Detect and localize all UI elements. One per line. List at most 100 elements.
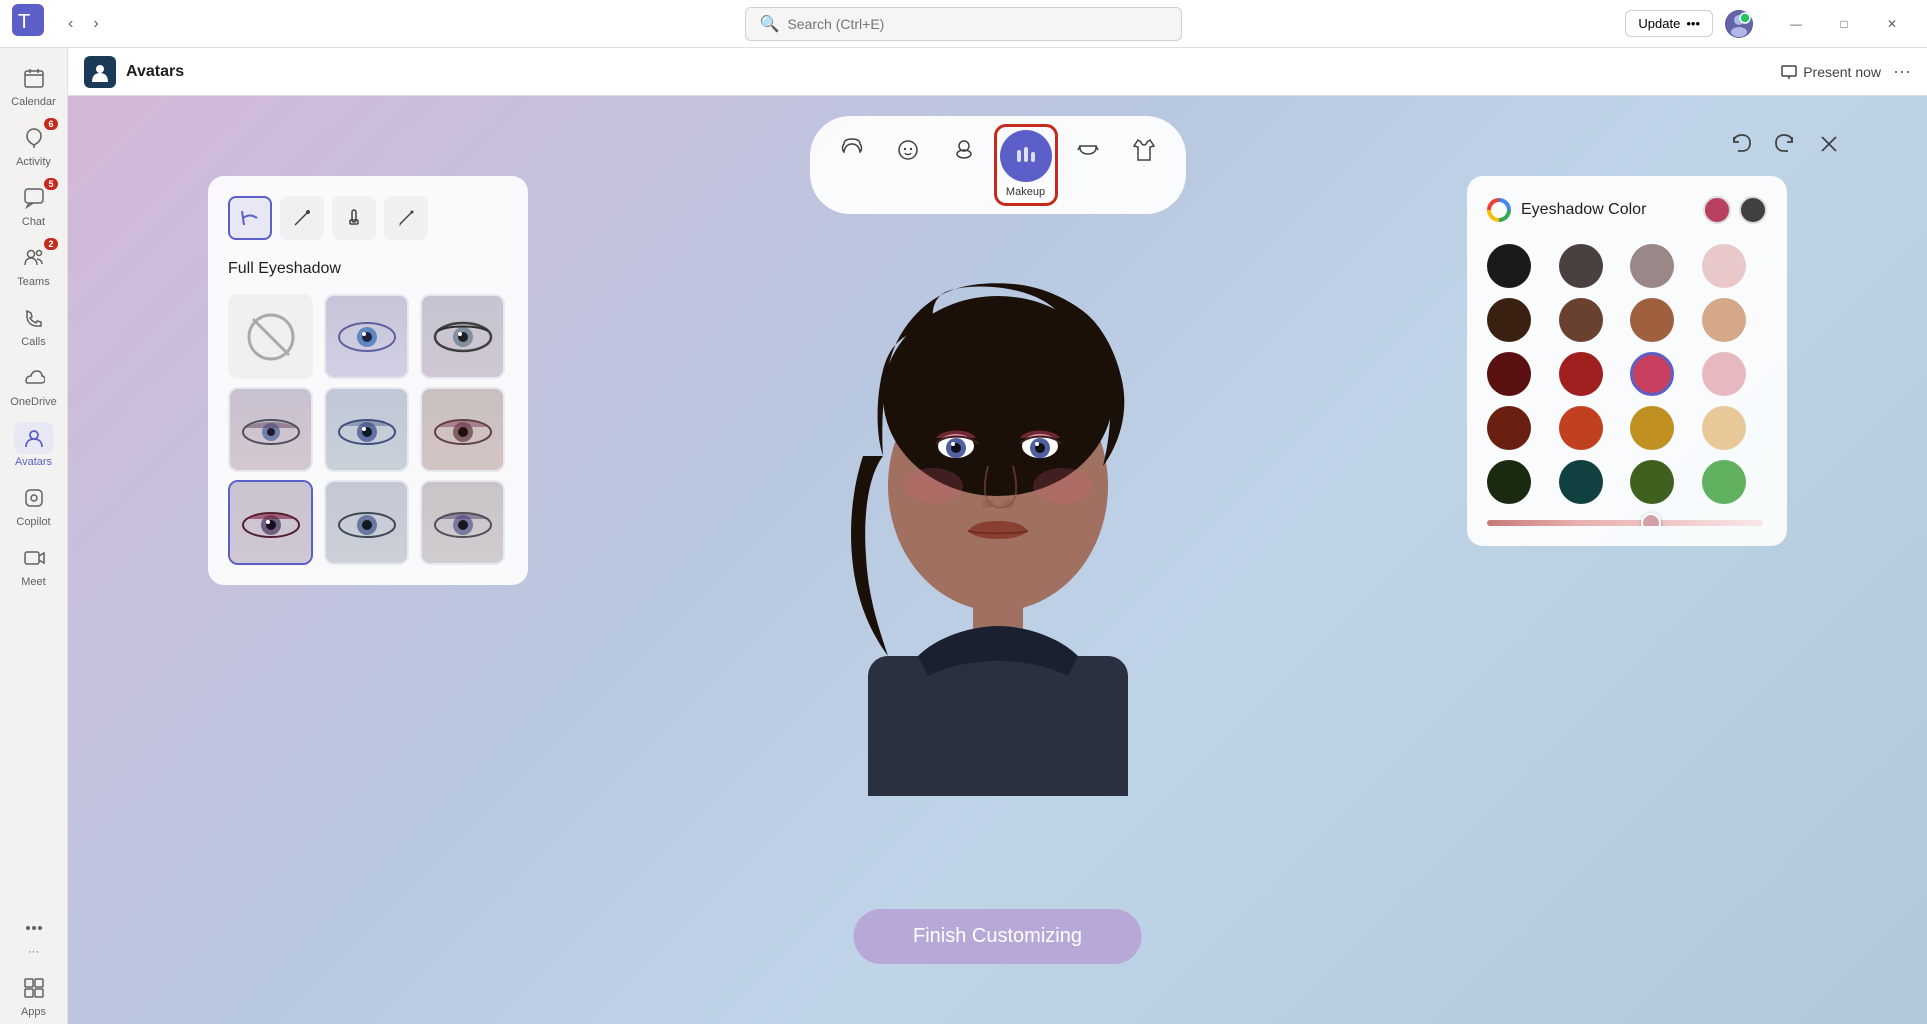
- style-eye8[interactable]: [420, 480, 505, 565]
- style-eye3[interactable]: [228, 387, 313, 472]
- close-window-button[interactable]: ✕: [1869, 8, 1915, 40]
- close-editor-button[interactable]: [1811, 126, 1847, 162]
- sidebar-item-calendar[interactable]: Calendar: [4, 56, 64, 114]
- makeup-tab-blush[interactable]: [280, 196, 324, 240]
- titlebar-actions: Update ••• — □ ✕: [1625, 8, 1915, 40]
- nav-forward-button[interactable]: ›: [85, 11, 106, 37]
- color-dot-brown[interactable]: [1559, 298, 1603, 342]
- minimize-button[interactable]: —: [1773, 8, 1819, 40]
- color-dot-lightrosepink[interactable]: [1702, 352, 1746, 396]
- user-avatar[interactable]: [1725, 10, 1753, 38]
- svg-text:T: T: [18, 11, 30, 33]
- activity-badge: 6: [44, 118, 57, 130]
- sidebar-item-more-label: ···: [28, 946, 39, 958]
- sidebar-item-apps[interactable]: Apps: [4, 966, 64, 1024]
- sidebar-item-teams[interactable]: 2 Teams: [4, 236, 64, 294]
- style-eye5[interactable]: [420, 387, 505, 472]
- style-eye2[interactable]: [420, 294, 505, 379]
- color-dot-lightgreen[interactable]: [1702, 460, 1746, 504]
- sidebar-item-chat-label: Chat: [22, 216, 45, 228]
- sidebar: Calendar 6 Activity 5 Chat 2 Teams: [0, 48, 68, 1024]
- more-icon: [14, 912, 54, 944]
- update-label: Update: [1638, 16, 1680, 31]
- present-now-label: Present now: [1803, 64, 1881, 80]
- color-intensity-slider[interactable]: [1487, 520, 1763, 526]
- toolbar-clothing-button[interactable]: [1118, 124, 1170, 176]
- update-button[interactable]: Update •••: [1625, 10, 1713, 37]
- avatar-center: [738, 146, 1258, 826]
- toolbar-face-button[interactable]: [882, 124, 934, 176]
- sidebar-item-calls[interactable]: Calls: [4, 296, 64, 354]
- color-panel-header: Eyeshadow Color: [1487, 196, 1767, 224]
- color-dot-darkbrown[interactable]: [1487, 298, 1531, 342]
- search-bar[interactable]: 🔍: [745, 7, 1183, 41]
- teams-icon: 2: [14, 242, 54, 274]
- sidebar-item-avatars[interactable]: Avatars: [4, 416, 64, 474]
- color-dot-teal[interactable]: [1559, 460, 1603, 504]
- header-more-button[interactable]: ···: [1893, 61, 1911, 82]
- onedrive-icon: [14, 362, 54, 394]
- sidebar-item-calls-label: Calls: [21, 336, 45, 348]
- color-dot-orange[interactable]: [1559, 406, 1603, 450]
- color-dot-black[interactable]: [1487, 244, 1531, 288]
- style-eye1[interactable]: [324, 294, 409, 379]
- app-title: Avatars: [126, 63, 184, 81]
- style-none[interactable]: [228, 294, 313, 379]
- color-dot-rosered[interactable]: [1630, 352, 1674, 396]
- sidebar-item-copilot[interactable]: Copilot: [4, 476, 64, 534]
- titlebar: T ‹ › 🔍 Update ••• — □ ✕: [0, 0, 1927, 48]
- color-dot-darkred[interactable]: [1487, 352, 1531, 396]
- toolbar-makeup-selected-box: Makeup: [994, 124, 1058, 206]
- left-panel: Full Eyeshadow: [208, 176, 528, 585]
- style-eye7[interactable]: [324, 480, 409, 565]
- chat-icon: 5: [14, 182, 54, 214]
- color-dot-olive[interactable]: [1630, 460, 1674, 504]
- color-dot-red[interactable]: [1559, 352, 1603, 396]
- makeup-tab-bar: [228, 196, 508, 240]
- sidebar-item-activity[interactable]: 6 Activity: [4, 116, 64, 174]
- color-dot-darkgreen[interactable]: [1487, 460, 1531, 504]
- sidebar-item-meet-label: Meet: [21, 576, 45, 588]
- style-eye6[interactable]: [228, 480, 313, 565]
- color-dot-grey[interactable]: [1630, 244, 1674, 288]
- color-dot-darkorange[interactable]: [1487, 406, 1531, 450]
- sidebar-item-more[interactable]: ···: [4, 906, 64, 964]
- toolbar-makeup-button[interactable]: [1000, 130, 1052, 182]
- makeup-tab-lipstick[interactable]: [332, 196, 376, 240]
- toolbar-hair-button[interactable]: [826, 124, 878, 176]
- toolbar-accessories-button[interactable]: [1062, 124, 1114, 176]
- app-content: Avatars Present now ···: [68, 48, 1927, 1024]
- maximize-button[interactable]: □: [1821, 8, 1867, 40]
- present-now-button[interactable]: Present now: [1781, 64, 1881, 80]
- sidebar-item-meet[interactable]: Meet: [4, 536, 64, 594]
- redo-button[interactable]: [1767, 126, 1803, 162]
- sidebar-item-chat[interactable]: 5 Chat: [4, 176, 64, 234]
- color-dot-lightbrown[interactable]: [1702, 298, 1746, 342]
- selected-color-1[interactable]: [1703, 196, 1731, 224]
- color-dot-darkgrey[interactable]: [1559, 244, 1603, 288]
- makeup-tab-liner[interactable]: [384, 196, 428, 240]
- right-panel: Eyeshadow Color: [1467, 176, 1787, 546]
- copilot-icon: [14, 482, 54, 514]
- nav-back-button[interactable]: ‹: [60, 11, 81, 37]
- undo-button[interactable]: [1723, 126, 1759, 162]
- app-layout: Calendar 6 Activity 5 Chat 2 Teams: [0, 48, 1927, 1024]
- color-grid: [1487, 244, 1763, 504]
- sidebar-item-apps-label: Apps: [21, 1006, 46, 1018]
- toolbar-facial-hair-button[interactable]: [938, 124, 990, 176]
- style-eye4[interactable]: [324, 387, 409, 472]
- selected-color-2[interactable]: [1739, 196, 1767, 224]
- selected-colors: [1703, 196, 1767, 224]
- sidebar-item-copilot-label: Copilot: [16, 516, 50, 528]
- search-input[interactable]: [787, 16, 1167, 32]
- color-scroll[interactable]: [1487, 244, 1767, 526]
- color-dot-lightpink[interactable]: [1702, 244, 1746, 288]
- activity-icon: 6: [14, 122, 54, 154]
- color-dot-mediumbrown[interactable]: [1630, 298, 1674, 342]
- finish-customizing-button[interactable]: Finish Customizing: [853, 909, 1142, 964]
- sidebar-item-onedrive[interactable]: OneDrive: [4, 356, 64, 414]
- color-dot-yellow[interactable]: [1630, 406, 1674, 450]
- color-dot-lightyellow[interactable]: [1702, 406, 1746, 450]
- makeup-tab-eyeshadow[interactable]: [228, 196, 272, 240]
- top-toolbar: Makeup: [810, 116, 1186, 214]
